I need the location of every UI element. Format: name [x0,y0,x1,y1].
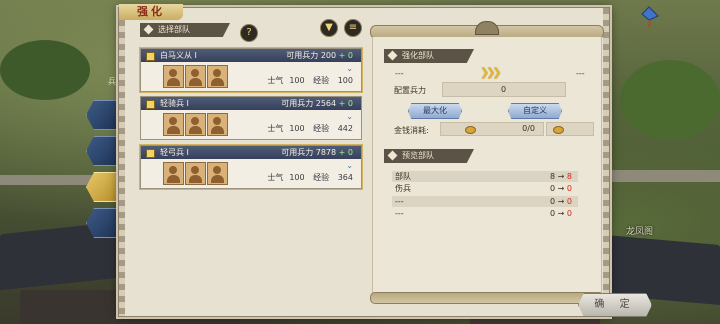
troop-card-header: 轻骑兵 I 可用兵力 2564 + 0 [141,97,361,110]
alloc-field[interactable]: 0 [442,82,566,97]
troop-card[interactable]: 白马义从 I 可用兵力 200 + 0 ⌄ 士气 100 经验 100 [140,48,362,92]
scroll-knob [475,21,499,35]
custom-button[interactable]: 自定义 [508,103,562,119]
reinforce-header: 强化部队 [384,49,474,63]
troop-stats: 士气 100 经验 364 [267,173,353,182]
panel-edge [119,8,125,316]
troop-power: 可用兵力 200 + 0 [286,51,353,60]
troop-card-header: 白马义从 I 可用兵力 200 + 0 [141,49,361,62]
preview-row: 部队 8 → 8 [392,171,578,182]
checkbox-icon[interactable] [146,100,155,109]
soldier-portrait [163,113,184,136]
select-troop-label: 选择部队 [158,25,190,34]
filter-button[interactable]: ▼ [320,19,338,37]
soldier-portrait [207,162,228,185]
chevron-down-icon[interactable]: ⌄ [346,161,353,170]
target-troop-placeholder: --- [576,69,585,78]
troop-card[interactable]: 轻骑兵 I 可用兵力 2564 + 0 ⌄ 士气 100 经验 442 [140,96,362,140]
coin-icon [553,126,564,134]
source-troop-placeholder: --- [395,69,404,78]
troop-power: 可用兵力 7878 + 0 [281,148,353,157]
troop-card[interactable]: 轻弓兵 I 可用兵力 7878 + 0 ⌄ 士气 100 经验 364 [140,145,362,189]
cost-value: 0/0 [522,124,535,133]
diamond-icon [387,150,398,161]
preview-row: --- 0 → 0 [392,196,578,207]
soldier-portrait [163,65,184,88]
kite-icon[interactable] [638,6,660,28]
soldier-portrait [185,113,206,136]
select-troop-header: 选择部队 [140,23,230,37]
preview-header: 预览部队 [384,149,474,163]
preview-header-label: 预览部队 [402,151,434,160]
chevron-down-icon[interactable]: ⌄ [346,64,353,73]
troop-power: 可用兵力 2564 + 0 [281,99,353,108]
reinforce-header-label: 强化部队 [402,51,434,60]
soldier-portrait [185,162,206,185]
soldier-portrait [163,162,184,185]
alloc-label: 配置兵力 [394,86,426,95]
scroll-roller-bottom [370,292,604,304]
window-title: 强化 [119,4,183,20]
wall [610,170,720,182]
panel-edge [603,8,609,316]
troop-name: 轻弓兵 I [160,148,189,157]
coin-icon [465,126,476,134]
troop-stats: 士气 100 经验 100 [267,76,353,85]
soldier-portrait [207,65,228,88]
checkbox-icon[interactable] [146,149,155,158]
sort-button[interactable]: ≡ [344,19,362,37]
checkbox-icon[interactable] [146,52,155,61]
place-name-label: 龙凤阁 [626,227,654,237]
tree [620,60,720,140]
confirm-button[interactable]: 确 定 [578,293,652,317]
diamond-icon [387,50,398,61]
alloc-value: 0 [501,85,507,94]
tree [0,40,90,100]
soldier-portrait [185,65,206,88]
troop-card-header: 轻弓兵 I 可用兵力 7878 + 0 [141,146,361,159]
gold-field [546,122,594,136]
chevron-down-icon[interactable]: ⌄ [346,112,353,121]
max-button[interactable]: 最大化 [408,103,462,119]
help-button[interactable]: ? [240,24,258,42]
cost-field: 0/0 [440,122,544,136]
diamond-icon [143,24,154,35]
troop-stats: 士气 100 经验 442 [267,124,353,133]
triple-arrow-icon: ❯❯❯ [480,66,502,79]
background-label: 兵 [108,77,116,86]
wall [0,175,95,185]
preview-row: --- 0 → 0 [395,209,572,218]
soldier-portrait [207,113,228,136]
cost-label: 金钱消耗: [394,126,429,135]
troop-name: 白马义从 I [160,51,197,60]
troop-name: 轻骑兵 I [160,99,189,108]
preview-row: 伤兵 0 → 0 [395,184,572,193]
